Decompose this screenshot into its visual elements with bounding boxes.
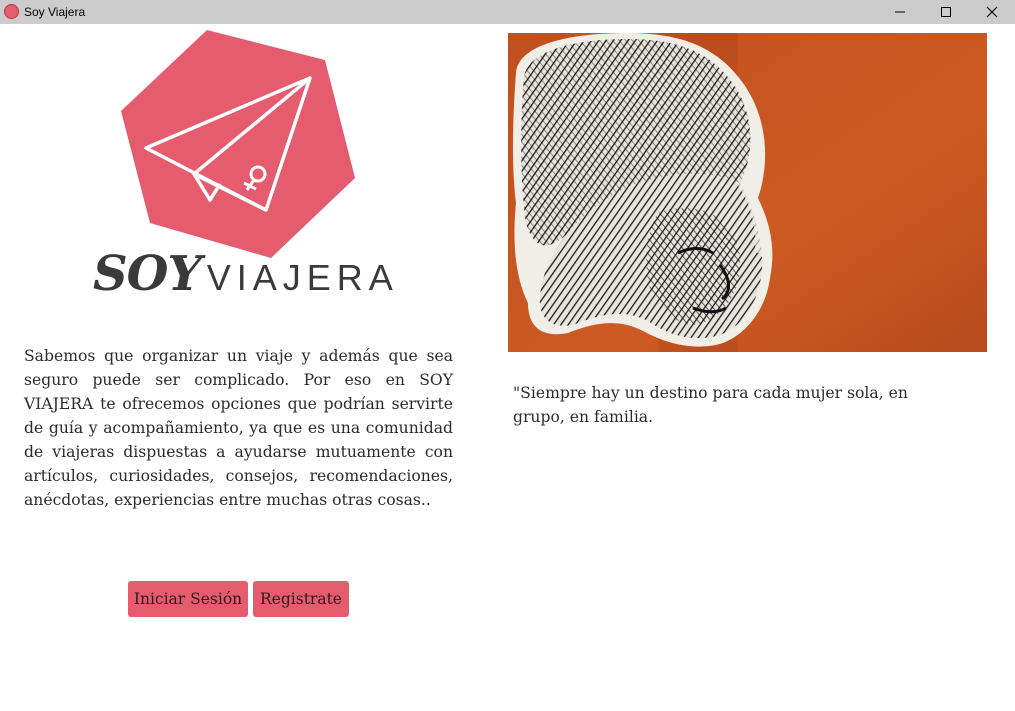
street-art-face-image <box>508 33 987 352</box>
login-button[interactable]: Iniciar Sesión <box>128 581 248 617</box>
logo-viajera-text: VIAJERA <box>206 257 399 298</box>
logo-soy-text: SOY <box>93 246 202 302</box>
maximize-button[interactable] <box>924 0 970 24</box>
register-button[interactable]: Registrate <box>253 581 349 617</box>
close-button[interactable] <box>970 0 1015 24</box>
window-title: Soy Viajera <box>24 5 86 19</box>
rose-icon <box>4 4 19 19</box>
minimize-icon <box>895 11 905 13</box>
travel-quote: "Siempre hay un destino para cada mujer … <box>513 384 908 426</box>
close-icon <box>986 6 998 18</box>
intro-description: Sabemos que organizar un viaje y además … <box>24 347 453 509</box>
window-titlebar: Soy Viajera <box>0 0 1015 24</box>
logo-wordmark: SOY VIAJERA <box>93 246 399 302</box>
maximize-icon <box>941 7 951 17</box>
minimize-button[interactable] <box>878 0 924 24</box>
hero-photo <box>508 33 987 352</box>
